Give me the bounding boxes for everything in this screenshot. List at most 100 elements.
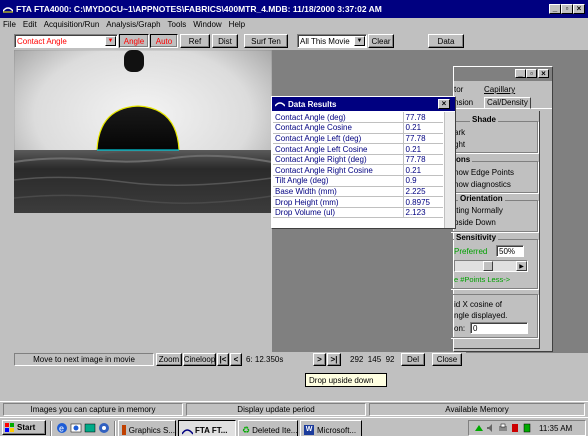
windows-logo-icon xyxy=(5,423,15,432)
menu-window[interactable]: Window xyxy=(193,20,221,29)
first-frame-button[interactable]: |< xyxy=(217,353,229,366)
start-button[interactable]: Start xyxy=(2,420,46,435)
data-results-label: Contact Angle Left (deg) xyxy=(273,133,403,145)
task-microsoft-word[interactable]: W Microsoft... xyxy=(300,420,362,436)
tray-app-icon[interactable] xyxy=(510,423,520,433)
last-frame-button[interactable]: >| xyxy=(327,353,341,366)
data-results-value: 0.21 xyxy=(402,164,443,177)
settings-restore-button[interactable]: ▫ xyxy=(526,69,537,78)
data-results-value: 0.8975 xyxy=(402,196,443,208)
menu-analysis[interactable]: Analysis/Graph xyxy=(106,20,160,29)
data-results-row: Contact Angle Cosine 0.21 xyxy=(273,122,443,134)
show-edge-points-checkbox[interactable]: how Edge Points xyxy=(454,168,514,177)
zoom-button[interactable]: Zoom xyxy=(156,353,182,366)
orientation-upside-down[interactable]: pside Down xyxy=(454,218,496,227)
quick-launch-channels-icon[interactable] xyxy=(98,422,110,434)
sensitivity-slider[interactable]: ▶ xyxy=(454,260,528,272)
quick-launch-outlook-icon[interactable] xyxy=(70,422,82,434)
dist-button[interactable]: Dist xyxy=(212,34,238,48)
angle-button[interactable]: Angle xyxy=(119,34,149,48)
cineloop-button[interactable]: Cineloop xyxy=(183,353,216,366)
preferred-label: Preferred xyxy=(454,247,488,256)
tab-row-2: nsion Cal/Density xyxy=(454,97,552,109)
data-results-value: 77.78 xyxy=(402,112,443,124)
chevron-down-icon: ▼ xyxy=(105,36,116,46)
quick-launch-ie-icon[interactable]: e xyxy=(56,422,68,434)
shade-title: Shade xyxy=(470,115,499,124)
orientation-sitting-normally[interactable]: tting Normally xyxy=(454,206,503,215)
tab-detector[interactable]: tor xyxy=(454,85,476,96)
measurement-select[interactable]: Contact Angle ▼ xyxy=(14,34,118,48)
tray-volume-icon[interactable] xyxy=(486,423,496,433)
close-button[interactable]: × xyxy=(573,4,585,14)
tray-printer-icon[interactable] xyxy=(498,423,508,433)
cosine-text-1: id X cosine of xyxy=(454,300,503,309)
data-results-value: 77.78 xyxy=(402,154,443,166)
menu-tools[interactable]: Tools xyxy=(168,20,187,29)
frame-time: 6: 12.350s xyxy=(246,355,284,364)
slider-thumb[interactable] xyxy=(483,261,493,271)
status-available-memory: Available Memory xyxy=(369,403,585,416)
tab-tension[interactable]: nsion xyxy=(454,98,473,107)
settings-minimize-button[interactable]: _ xyxy=(515,69,526,78)
data-results-row: Contact Angle Right Cosine 0.21 xyxy=(273,164,443,177)
data-results-label: Contact Angle Right Cosine xyxy=(273,164,403,177)
tray-battery-icon[interactable] xyxy=(522,423,532,433)
task-fta[interactable]: FTA FT... xyxy=(178,420,236,436)
show-diagnostics-checkbox[interactable]: how diagnostics xyxy=(454,180,511,189)
app-icon xyxy=(2,5,14,13)
quick-launch-desktop-icon[interactable] xyxy=(84,422,96,434)
tab-cal-density[interactable]: Cal/Density xyxy=(484,97,531,109)
tab-capillary[interactable]: Capillary xyxy=(484,85,515,94)
data-results-scrollbar[interactable] xyxy=(444,112,455,228)
prev-frame-button[interactable]: < xyxy=(230,353,242,366)
status-images-memory: Images you can capture in memory xyxy=(3,403,183,416)
preferred-value-field[interactable]: 50% xyxy=(496,245,524,257)
data-results-row: Tilt Angle (deg) 0.9 xyxy=(273,175,443,187)
data-results-window: Data Results × Contact Angle (deg) 77.78 C… xyxy=(271,96,456,229)
tray-network-icon[interactable] xyxy=(474,423,484,433)
restore-button[interactable]: ▫ xyxy=(561,4,573,14)
data-results-row: Base Width (mm) 2.225 xyxy=(273,186,443,198)
data-results-label: Contact Angle (deg) xyxy=(273,112,403,124)
system-tray: 11:35 AM xyxy=(468,420,586,436)
close-movie-button[interactable]: Close xyxy=(432,353,462,366)
menu-file[interactable]: File xyxy=(3,20,16,29)
data-results-label: Drop Volume (ul) xyxy=(273,207,403,219)
data-results-value: 2.225 xyxy=(402,186,443,198)
toolbar: Contact Angle ▼ Angle Auto Ref Dist Surf… xyxy=(0,31,588,50)
chevron-down-icon: ▼ xyxy=(354,36,365,46)
data-results-close-button[interactable]: × xyxy=(438,99,450,109)
task-graphics-server[interactable]: Graphics S... xyxy=(118,420,176,436)
slider-right-arrow[interactable]: ▶ xyxy=(516,261,527,271)
ref-button[interactable]: Ref xyxy=(180,34,210,48)
task-deleted-items[interactable]: ♻ Deleted Ite... xyxy=(238,420,298,436)
scope-select[interactable]: All This Movie ▼ xyxy=(297,34,367,48)
drop-image-view[interactable] xyxy=(14,50,272,213)
taskbar: Start e Graphics S... FTA FT... ♻ Delete… xyxy=(0,417,588,436)
app-title: FTA FTA4000: C:\MYDOCU~1\APPNOTES\FABRIC… xyxy=(16,4,382,14)
surften-button[interactable]: Surf Ten xyxy=(244,34,288,48)
position-value-field[interactable]: 0 xyxy=(470,322,528,334)
movie-hint: Move to next image in movie xyxy=(14,353,154,366)
clear-button[interactable]: Clear xyxy=(368,34,394,48)
auto-button[interactable]: Auto xyxy=(150,34,178,48)
svg-text:e: e xyxy=(59,424,64,434)
data-button[interactable]: Data xyxy=(428,34,464,48)
sensitivity-title: Sensitivity xyxy=(454,233,499,242)
settings-close-button[interactable]: × xyxy=(538,69,549,78)
menu-acquisition[interactable]: Acquisition/Run xyxy=(44,20,100,29)
tray-clock[interactable]: 11:35 AM xyxy=(539,424,572,433)
menu-help[interactable]: Help xyxy=(229,20,245,29)
del-button[interactable]: Del xyxy=(401,353,425,366)
menu-bar: File Edit Acquisition/Run Analysis/Graph… xyxy=(0,18,588,31)
data-results-value: 0.21 xyxy=(402,143,443,155)
settings-title-bar: _ ▫ × xyxy=(454,67,552,81)
data-results-table: Contact Angle (deg) 77.78 Contact Angle Co… xyxy=(273,112,443,219)
taskbar-separator-2 xyxy=(114,421,116,436)
orientation-title: Orientation xyxy=(458,194,505,203)
minimize-button[interactable]: _ xyxy=(549,4,561,14)
drop-image xyxy=(14,50,272,213)
menu-edit[interactable]: Edit xyxy=(23,20,37,29)
next-frame-button[interactable]: > xyxy=(313,353,326,366)
